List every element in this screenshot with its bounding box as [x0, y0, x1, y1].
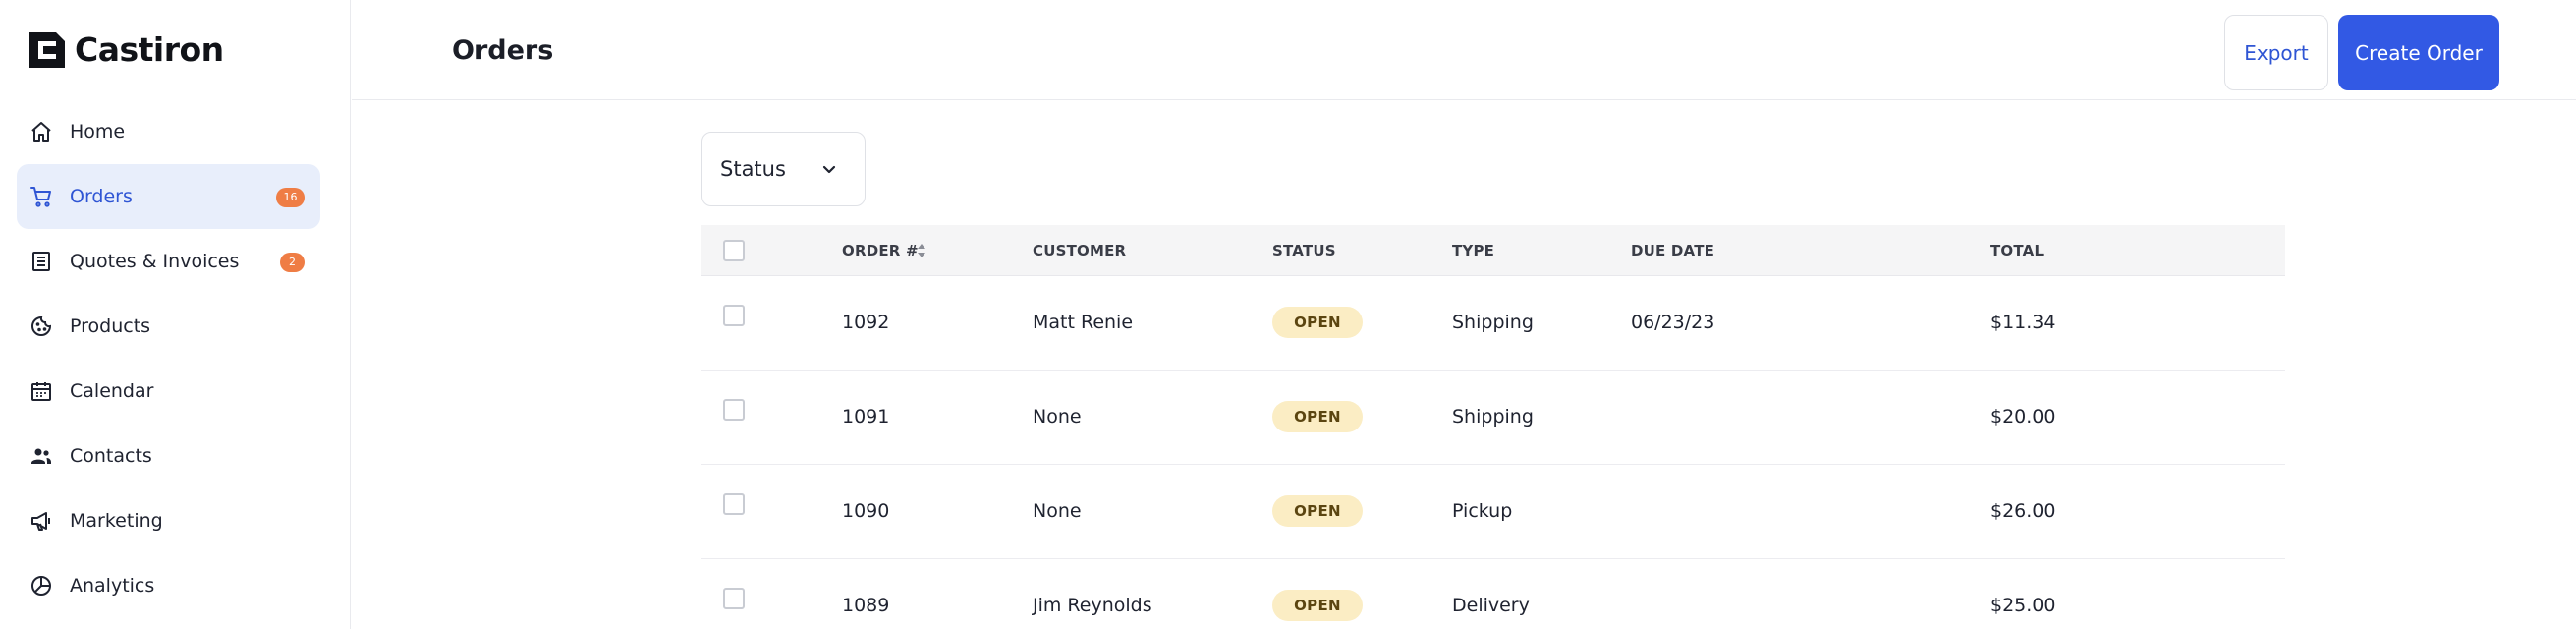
status-filter-dropdown[interactable]: Status — [701, 132, 866, 206]
sidebar-item-orders[interactable]: Orders 16 — [17, 164, 320, 229]
customer-name: Matt Renie — [1033, 312, 1134, 333]
sidebar-item-label: Quotes & Invoices — [70, 251, 240, 272]
chevron-down-icon — [822, 165, 836, 174]
castiron-logo-icon — [29, 31, 65, 68]
sidebar-item-contacts[interactable]: Contacts — [17, 424, 320, 488]
table-row[interactable]: 1090 None OPEN Pickup $26.00 — [701, 465, 2285, 559]
sidebar-item-label: Calendar — [70, 380, 154, 402]
order-type: Shipping — [1452, 406, 1534, 428]
sidebar-item-analytics[interactable]: Analytics — [17, 553, 320, 618]
people-icon — [31, 448, 51, 464]
column-header-due-date: DUE DATE — [1631, 242, 1715, 259]
sidebar-item-label: Orders — [70, 186, 133, 207]
order-total: $26.00 — [1990, 500, 2056, 522]
cart-icon — [30, 187, 51, 207]
sidebar-item-quotes-invoices[interactable]: Quotes & Invoices 2 — [17, 229, 320, 294]
cookie-icon — [31, 315, 52, 336]
sidebar-item-label: Contacts — [70, 445, 152, 467]
sidebar-item-calendar[interactable]: Calendar — [17, 359, 320, 424]
table-header: ORDER # CUSTOMER STATUS TYPE DUE DATE TO… — [701, 225, 2285, 276]
export-button[interactable]: Export — [2224, 15, 2328, 90]
sidebar-item-label: Analytics — [70, 575, 155, 597]
status-badge: OPEN — [1272, 495, 1363, 527]
column-header-total: TOTAL — [1990, 242, 2044, 259]
sort-icon[interactable] — [916, 242, 927, 259]
column-header-status: STATUS — [1272, 242, 1336, 259]
customer-name: None — [1033, 500, 1082, 522]
calendar-icon — [31, 382, 51, 401]
sidebar-item-products[interactable]: Products — [17, 294, 320, 359]
row-checkbox[interactable] — [723, 399, 745, 421]
page-title: Orders — [452, 35, 554, 66]
status-badge: OPEN — [1272, 307, 1363, 338]
order-total: $11.34 — [1990, 312, 2056, 333]
table-row[interactable]: 1089 Jim Reynolds OPEN Delivery $25.00 — [701, 559, 2285, 629]
sidebar-item-home[interactable]: Home — [17, 99, 320, 164]
quotes-count-badge: 2 — [280, 253, 305, 272]
order-type: Shipping — [1452, 312, 1534, 333]
status-filter-label: Status — [720, 157, 786, 181]
brand[interactable]: Castiron — [29, 30, 224, 69]
order-total: $20.00 — [1990, 406, 2056, 428]
home-icon — [31, 122, 51, 142]
sidebar-item-label: Home — [70, 121, 126, 143]
pie-chart-icon — [31, 576, 51, 596]
sidebar-item-label: Products — [70, 315, 151, 337]
create-order-button[interactable]: Create Order — [2338, 15, 2499, 90]
order-number: 1090 — [842, 500, 890, 522]
sidebar-item-label: Marketing — [70, 510, 163, 532]
due-date: 06/23/23 — [1631, 312, 1715, 333]
order-number: 1089 — [842, 595, 890, 616]
table-row[interactable]: 1091 None OPEN Shipping $20.00 — [701, 371, 2285, 465]
brand-name: Castiron — [75, 30, 224, 69]
customer-name: Jim Reynolds — [1033, 595, 1152, 616]
order-number: 1091 — [842, 406, 890, 428]
sidebar: Castiron Home Orders 16 Quotes & Invoice… — [0, 0, 351, 629]
column-header-customer: CUSTOMER — [1033, 242, 1127, 259]
row-checkbox[interactable] — [723, 588, 745, 609]
document-list-icon — [32, 252, 50, 271]
column-header-type: TYPE — [1452, 242, 1495, 259]
order-type: Pickup — [1452, 500, 1513, 522]
orders-count-badge: 16 — [276, 188, 305, 207]
status-badge: OPEN — [1272, 590, 1363, 621]
select-all-checkbox[interactable] — [723, 240, 745, 261]
order-number: 1092 — [842, 312, 890, 333]
customer-name: None — [1033, 406, 1082, 428]
order-total: $25.00 — [1990, 595, 2056, 616]
row-checkbox[interactable] — [723, 493, 745, 515]
megaphone-icon — [31, 512, 50, 531]
sidebar-item-marketing[interactable]: Marketing — [17, 488, 320, 553]
status-badge: OPEN — [1272, 401, 1363, 432]
column-header-order[interactable]: ORDER # — [842, 242, 919, 259]
table-row[interactable]: 1092 Matt Renie OPEN Shipping 06/23/23 $… — [701, 276, 2285, 371]
page-header: Orders Export Create Order — [352, 0, 2576, 100]
row-checkbox[interactable] — [723, 305, 745, 326]
order-type: Delivery — [1452, 595, 1530, 616]
